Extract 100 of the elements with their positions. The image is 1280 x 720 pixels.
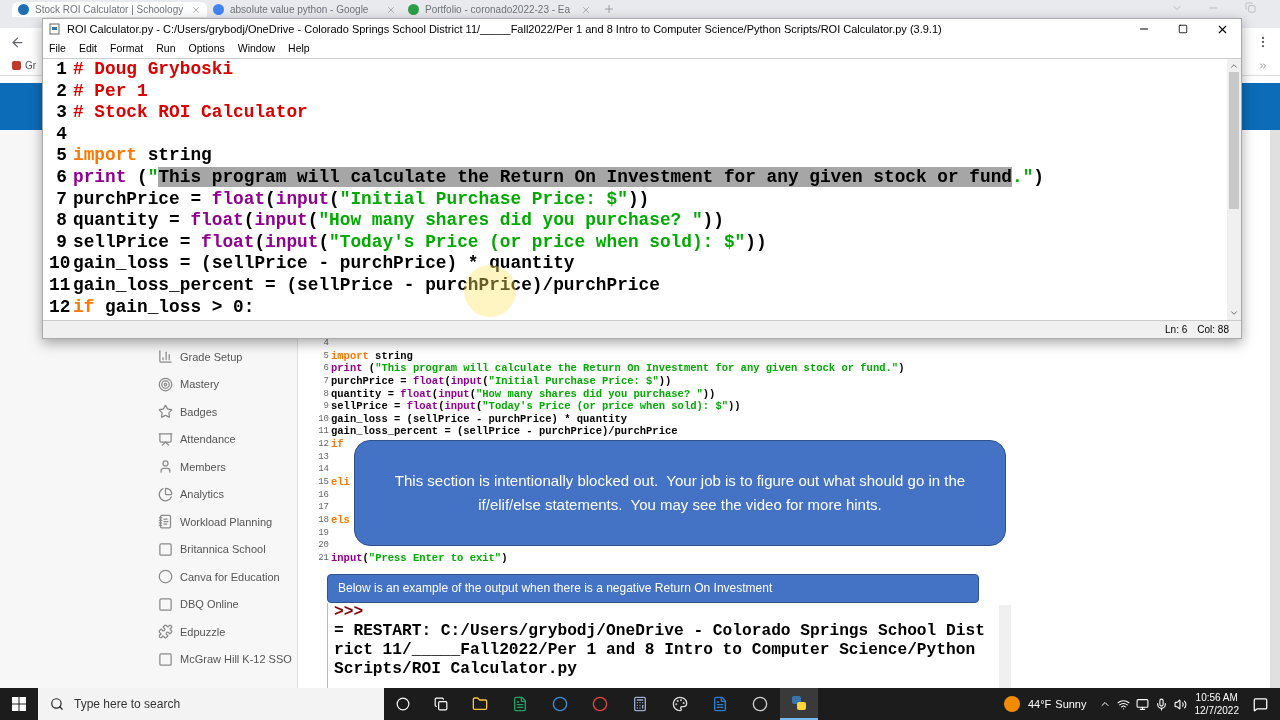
browser-tab[interactable]: absolute value python - Google <box>207 2 402 17</box>
code-line: eli <box>331 476 350 489</box>
favicon-icon <box>18 4 29 15</box>
code-line: quantity = float(input("How many shares did you purchase? ")) <box>73 210 724 232</box>
line-status: Ln: 6 <box>1165 323 1188 337</box>
clock-date[interactable]: 12/7/2022 <box>1194 704 1239 717</box>
line-number: 6 <box>322 362 330 375</box>
menu-item[interactable]: Options <box>188 40 225 57</box>
menu-item[interactable]: Help <box>288 40 310 57</box>
menu-item[interactable]: Format <box>110 40 144 57</box>
sidebar-link[interactable]: Grade Setup <box>180 348 243 365</box>
line-number: 11 <box>317 425 330 439</box>
line-number: 20 <box>317 539 330 552</box>
output-line: Scripts/ROI Calculator.py <box>334 659 578 679</box>
task-view-icon[interactable] <box>434 697 448 711</box>
sidebar-link[interactable]: McGraw Hill K-12 SSO <box>180 651 292 668</box>
line-number: 10 <box>317 412 330 426</box>
menu-item[interactable]: Run <box>156 40 176 57</box>
target-icon <box>158 376 173 392</box>
sidebar-link[interactable]: Analytics <box>180 486 225 503</box>
weather-icon <box>1003 696 1020 712</box>
output-line: >>> <box>334 602 365 622</box>
line-number: 13 <box>317 450 330 464</box>
monitor-icon[interactable] <box>1135 697 1149 711</box>
document-icon[interactable] <box>712 696 728 712</box>
line-number: 4 <box>322 337 330 350</box>
user-icon <box>158 459 173 475</box>
palette-icon[interactable] <box>672 696 688 712</box>
puzzle-icon <box>158 624 173 640</box>
notebook-icon <box>158 514 173 530</box>
output-line: = RESTART: C:/Users/grybodj/OneDrive - Colorado Springs School Dist <box>334 621 986 641</box>
line-number: 14 <box>317 463 330 477</box>
line-number: 5 <box>322 349 330 363</box>
menu-item[interactable]: Window <box>237 40 276 57</box>
sidebar-link[interactable]: Mastery <box>180 376 220 393</box>
folder-icon[interactable] <box>472 696 488 712</box>
scrollbar[interactable] <box>1227 59 1241 320</box>
square-icon <box>158 651 173 667</box>
line-number: 19 <box>317 526 330 540</box>
sidebar-link[interactable]: Canva for Education <box>180 568 280 585</box>
network-icon[interactable] <box>1116 697 1130 711</box>
sidebar-link[interactable]: DBQ Online <box>180 596 239 613</box>
browser-tab[interactable]: Stock ROI Calculator | Schoology <box>12 2 207 17</box>
scroll-down-icon[interactable] <box>1229 308 1239 318</box>
line-number: 7 <box>322 374 330 388</box>
code-line: gain_loss_percent = (sellPrice - purchPrice)/purchPrice <box>331 425 678 439</box>
line-number: 8 <box>322 387 330 401</box>
favicon-icon <box>408 4 419 15</box>
line-number: 3 <box>55 102 67 124</box>
code-line: gain_loss_percent = (sellPrice - purchPrice)/purchPrice <box>73 274 660 297</box>
weather-text[interactable]: Sunny <box>1055 695 1087 713</box>
code-line: # Per 1 <box>73 80 148 103</box>
line-number: 8 <box>55 210 67 232</box>
circle-icon[interactable] <box>396 697 410 711</box>
start-icon[interactable] <box>12 697 26 711</box>
scroll-up-icon[interactable] <box>1229 61 1239 71</box>
line-number: 17 <box>317 501 330 514</box>
code-line: if gain_loss > 0: <box>73 296 255 319</box>
scrollbar[interactable] <box>999 604 1011 688</box>
favicon-icon <box>213 4 224 15</box>
line-number: 12 <box>317 438 330 451</box>
clock-time[interactable]: 10:56 AM <box>1195 691 1238 704</box>
line-number: 21 <box>317 551 330 565</box>
scroll-thumb[interactable] <box>1229 72 1239 209</box>
back-icon[interactable] <box>10 34 25 50</box>
menu-item[interactable]: File <box>49 40 66 57</box>
window-title: ROI Calculator.py - C:/Users/grybodj/OneDrive - Colorado Springs School District 11/_____Fall2022/Per 1 and 8 Intro to Computer Science/Python Scripts/ROI Calculator.py (3.9.1) <box>67 21 942 37</box>
page-scrollbar[interactable] <box>1270 130 1280 688</box>
menu-item[interactable]: Edit <box>78 40 97 57</box>
python-icon[interactable] <box>780 688 818 720</box>
code-line: import string <box>73 145 212 167</box>
code-line: gain_loss = (sellPrice - purchPrice) * quantity <box>73 253 575 275</box>
sidebar-link[interactable]: Members <box>180 458 226 475</box>
file-icon <box>49 23 61 35</box>
calculator-icon[interactable] <box>632 696 648 712</box>
microphone-icon[interactable] <box>1154 697 1168 711</box>
sidebar-link[interactable]: Attendance <box>180 431 236 448</box>
speaker-icon[interactable] <box>1173 697 1187 711</box>
line-number: 16 <box>317 488 330 502</box>
square-icon <box>158 541 173 557</box>
temperature-text[interactable]: 44°F <box>1027 695 1052 713</box>
code-line: purchPrice = float(input("Initial Purchase Price: $")) <box>331 374 672 388</box>
notification-icon[interactable] <box>1253 696 1268 712</box>
sidebar-link[interactable]: Edpuzzle <box>180 623 226 640</box>
maximize-icon[interactable] <box>1178 24 1188 34</box>
code-line: gain_loss = (sellPrice - purchPrice) * quantity <box>331 412 628 426</box>
sidebar-link[interactable]: Workload Planning <box>180 513 273 530</box>
code-line: sellPrice = float(input("Today's Price (or price when sold): $")) <box>331 400 741 413</box>
search-field[interactable]: Type here to search <box>38 688 384 720</box>
sidebar-link[interactable]: Badges <box>180 403 218 420</box>
bookmark-link[interactable]: Gr <box>25 58 37 73</box>
line-number: 5 <box>55 145 67 167</box>
code-line: input("Press Enter to exit") <box>331 551 508 565</box>
browser-tab[interactable]: Portfolio - coronado2022-23 - Ea <box>402 2 597 17</box>
code-line: purchPrice = float(input("Initial Purchase Price: $")) <box>73 188 650 211</box>
sidebar-link[interactable]: Britannica School <box>180 541 266 558</box>
code-line: if <box>331 438 344 451</box>
line-number: 6 <box>55 166 67 189</box>
code-line: import string <box>331 349 413 363</box>
line-number: 1 <box>55 59 67 81</box>
